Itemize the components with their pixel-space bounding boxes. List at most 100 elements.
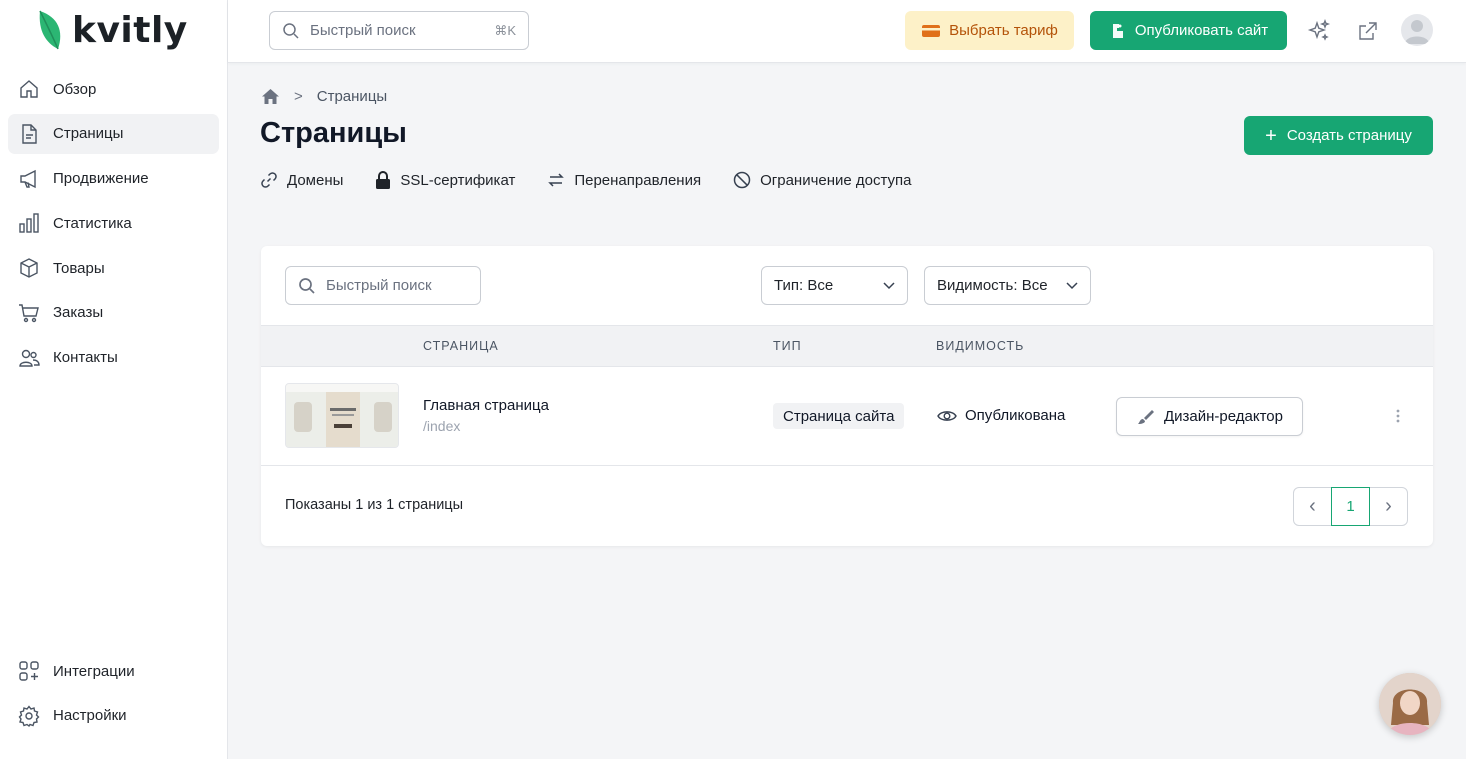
sidebar-item-settings[interactable]: Настройки: [8, 696, 219, 736]
sidebar-item-pages[interactable]: Страницы: [8, 113, 219, 154]
subnav-access-restriction[interactable]: Ограничение доступа: [733, 171, 912, 189]
search-placeholder: Быстрый поиск: [310, 22, 416, 39]
create-page-button[interactable]: + Создать страницу: [1244, 116, 1433, 155]
visibility-status: Опубликована: [937, 407, 1065, 424]
breadcrumb-current: Страницы: [316, 88, 388, 105]
logo-text: kvitly: [72, 9, 188, 51]
chevron-down-icon: [883, 281, 895, 289]
subnav-label: Ограничение доступа: [760, 171, 912, 189]
choose-tariff-label: Выбрать тариф: [949, 22, 1058, 39]
pagination-summary: Показаны 1 из 1 страницы: [285, 497, 464, 513]
table-search-input[interactable]: Быстрый поиск: [285, 266, 481, 305]
more-vertical-icon[interactable]: [1391, 403, 1405, 429]
pagination: ‹ 1 ›: [1293, 487, 1408, 526]
breadcrumb: > Страницы: [261, 88, 387, 105]
page-thumbnail[interactable]: [285, 383, 399, 448]
chevron-right-icon: ›: [1385, 495, 1392, 517]
sidebar: kvitly Обзор Страницы Продвижение Статис…: [0, 0, 228, 759]
table-search-placeholder: Быстрый поиск: [326, 277, 432, 294]
visibility-filter-select[interactable]: Видимость: Все: [924, 266, 1091, 305]
leaf-icon: [39, 10, 61, 50]
page-title: Страницы: [260, 117, 407, 149]
sparkles-icon[interactable]: [1306, 18, 1332, 44]
breadcrumb-separator: >: [294, 88, 303, 105]
sidebar-item-label: Настройки: [53, 707, 127, 725]
pagination-next-button[interactable]: ›: [1369, 487, 1408, 526]
search-input[interactable]: Быстрый поиск ⌘K: [269, 11, 529, 50]
sidebar-item-label: Контакты: [53, 349, 118, 367]
table-header: СТРАНИЦА ТИП ВИДИМОСТЬ: [261, 325, 1433, 367]
home-icon[interactable]: [261, 88, 280, 105]
sidebar-item-products[interactable]: Товары: [8, 248, 219, 288]
topbar: Быстрый поиск ⌘K Выбрать тариф Опубликов…: [228, 0, 1466, 63]
chevron-down-icon: [1066, 281, 1078, 289]
grid-plus-icon: [18, 660, 40, 682]
design-editor-label: Дизайн-редактор: [1164, 408, 1283, 425]
sidebar-item-label: Товары: [53, 259, 105, 277]
lock-icon: [376, 171, 391, 189]
cart-icon: [18, 302, 40, 324]
megaphone-icon: [18, 168, 40, 190]
sidebar-item-label: Продвижение: [53, 170, 149, 188]
brush-icon: [1138, 409, 1154, 424]
support-chat-avatar[interactable]: [1379, 673, 1441, 735]
users-icon: [18, 347, 40, 369]
sidebar-item-overview[interactable]: Обзор: [8, 69, 219, 109]
sidebar-item-statistics[interactable]: Статистика: [8, 203, 219, 243]
plus-icon: +: [1265, 124, 1277, 147]
subnav-label: Перенаправления: [574, 171, 702, 189]
table-row[interactable]: Главная страница /index Страница сайта О…: [261, 367, 1433, 466]
eye-icon: [937, 410, 957, 421]
create-page-label: Создать страницу: [1286, 127, 1412, 144]
subnav-label: Домены: [287, 171, 344, 189]
type-filter-value: Тип: Все: [774, 277, 834, 294]
bar-chart-icon: [18, 212, 40, 234]
page-type-badge: Страница сайта: [773, 403, 905, 429]
search-icon: [299, 277, 315, 294]
sidebar-item-integrations[interactable]: Интеграции: [8, 651, 219, 691]
search-shortcut: ⌘K: [494, 22, 516, 38]
sidebar-item-promotion[interactable]: Продвижение: [8, 159, 219, 199]
page-subnav: Домены SSL-сертификат Перенаправления Ог…: [260, 170, 944, 190]
chevron-left-icon: ‹: [1309, 495, 1316, 517]
sidebar-item-label: Обзор: [53, 80, 97, 98]
page-path-cell: /index: [423, 418, 461, 434]
sidebar-item-contacts[interactable]: Контакты: [8, 338, 219, 378]
link-icon: [261, 172, 277, 188]
external-link-icon[interactable]: [1355, 18, 1381, 44]
user-avatar[interactable]: [1401, 14, 1433, 46]
arrows-swap-icon: [548, 173, 565, 187]
rocket-icon: [1112, 23, 1123, 38]
column-header-type[interactable]: ТИП: [773, 339, 802, 353]
logo[interactable]: kvitly: [36, 8, 188, 52]
box-icon: [18, 257, 40, 279]
publish-site-label: Опубликовать сайт: [1134, 22, 1269, 39]
subnav-domains[interactable]: Домены: [260, 171, 343, 189]
sidebar-item-label: Статистика: [53, 214, 132, 232]
page-title-cell[interactable]: Главная страница: [423, 397, 549, 414]
column-header-visibility[interactable]: ВИДИМОСТЬ: [936, 339, 1024, 353]
visibility-filter-value: Видимость: Все: [937, 277, 1048, 294]
pagination-prev-button[interactable]: ‹: [1293, 487, 1332, 526]
publish-site-button[interactable]: Опубликовать сайт: [1090, 11, 1287, 50]
design-editor-button[interactable]: Дизайн-редактор: [1116, 397, 1303, 436]
sidebar-item-label: Страницы: [53, 125, 124, 143]
page-icon: [18, 123, 40, 145]
pagination-page-1[interactable]: 1: [1331, 487, 1370, 526]
column-header-page[interactable]: СТРАНИЦА: [423, 339, 499, 353]
visibility-label: Опубликована: [965, 407, 1066, 424]
subnav-redirects[interactable]: Перенаправления: [547, 171, 701, 189]
choose-tariff-button[interactable]: Выбрать тариф: [905, 11, 1074, 50]
pages-table-card: Быстрый поиск Тип: Все Видимость: Все СТ…: [261, 246, 1433, 546]
home-icon: [18, 78, 40, 100]
sidebar-bottom-nav: Интеграции Настройки: [8, 651, 219, 741]
sidebar-nav: Обзор Страницы Продвижение Статистика То…: [8, 69, 219, 383]
sidebar-item-orders[interactable]: Заказы: [8, 293, 219, 333]
gear-icon: [18, 705, 40, 727]
sidebar-item-label: Интеграции: [53, 662, 135, 680]
ban-icon: [733, 171, 751, 189]
subnav-ssl[interactable]: SSL-сертификат: [375, 170, 515, 190]
type-filter-select[interactable]: Тип: Все: [761, 266, 908, 305]
subnav-label: SSL-сертификат: [400, 171, 516, 189]
search-icon: [283, 22, 299, 39]
